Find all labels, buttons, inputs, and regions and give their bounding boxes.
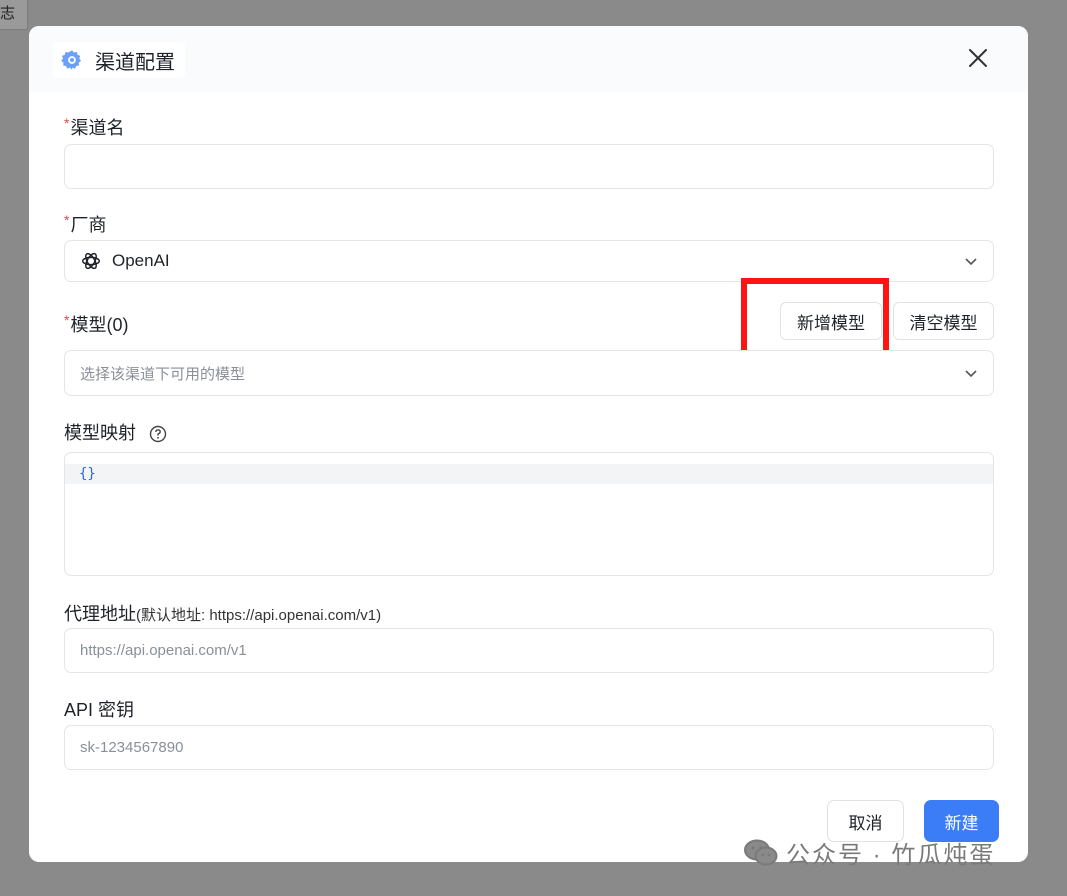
background-tab-label: 志 (0, 5, 16, 22)
dialog-header: 渠道配置 (29, 26, 1028, 92)
proxy-hint: (默认地址: https://api.openai.com/v1) (136, 607, 382, 624)
code-line: {} (65, 464, 993, 484)
dialog-title: 渠道配置 (95, 51, 175, 74)
model-label-text: 模型(0) (70, 315, 129, 335)
channel-config-dialog: 渠道配置 *渠道名 *厂商 OpenAI *模型(0) 新增模型 清空模型 选择… (29, 26, 1028, 862)
vendor-value: OpenAI (112, 251, 170, 270)
background-tab[interactable]: 志 (0, 0, 28, 30)
question-circle-icon[interactable] (149, 425, 167, 443)
chevron-down-icon (965, 370, 977, 378)
required-mark: * (64, 312, 70, 328)
openai-logo-icon (82, 252, 100, 270)
model-label: *模型(0) (64, 311, 128, 337)
api-key-placeholder: sk-1234567890 (80, 739, 184, 756)
api-key-label: API 密钥 (64, 696, 134, 722)
vendor-select[interactable]: OpenAI (64, 240, 994, 282)
required-mark: * (64, 212, 70, 228)
channel-name-input[interactable] (64, 144, 994, 189)
model-select[interactable]: 选择该渠道下可用的模型 (64, 350, 994, 396)
model-mapping-label: 模型映射 (64, 419, 167, 445)
required-mark: * (64, 115, 70, 131)
channel-name-label-text: 渠道名 (70, 118, 125, 138)
proxy-label-text: 代理地址 (64, 604, 136, 624)
dialog-title-chip: 渠道配置 (53, 42, 185, 78)
watermark-text: 公众号 · 竹瓜炖蛋 (786, 842, 996, 869)
vendor-label-text: 厂商 (70, 215, 107, 235)
watermark: 公众号 · 竹瓜炖蛋 (744, 835, 995, 870)
clear-models-button[interactable]: 清空模型 (893, 302, 994, 340)
chevron-down-icon (965, 258, 977, 266)
close-icon (969, 49, 987, 67)
wechat-icon (744, 839, 778, 865)
model-select-placeholder: 选择该渠道下可用的模型 (80, 365, 246, 383)
channel-name-label: *渠道名 (64, 114, 124, 140)
vendor-selected: OpenAI (80, 250, 170, 272)
proxy-input[interactable]: https://api.openai.com/v1 (64, 628, 994, 673)
model-mapping-label-text: 模型映射 (64, 423, 136, 443)
vendor-label: *厂商 (64, 211, 106, 237)
highlight-box (741, 278, 889, 360)
api-key-input[interactable]: sk-1234567890 (64, 725, 994, 770)
api-key-label-text: API 密钥 (64, 700, 135, 720)
proxy-placeholder: https://api.openai.com/v1 (80, 642, 247, 659)
proxy-label: 代理地址(默认地址: https://api.openai.com/v1) (64, 600, 381, 626)
gear-icon (61, 50, 82, 70)
model-mapping-editor[interactable]: {} (64, 452, 994, 576)
close-button[interactable] (966, 46, 990, 70)
